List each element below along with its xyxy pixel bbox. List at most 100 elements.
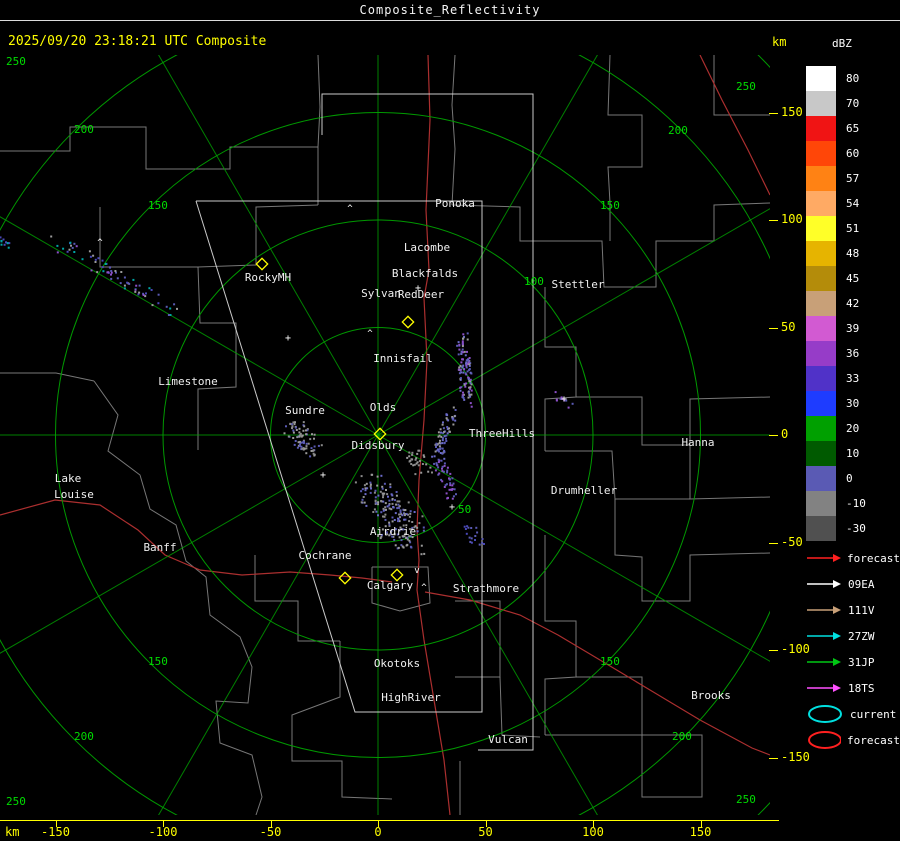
echo-pixel [431,455,434,458]
echo-pixel [296,446,299,449]
city-label: Stettler [552,278,605,291]
echo-pixel [470,389,473,392]
echo-pixel [56,251,59,254]
echo-pixel [96,271,99,274]
echo-pixel [307,442,310,445]
city-label: Didsbury [352,439,405,452]
echo-pixel [451,484,454,487]
echo-pixel [462,351,465,354]
echo-pixel [157,302,160,305]
echo-pixel [459,389,462,392]
y-axis-tick [769,327,778,329]
echo-pixel [462,371,465,374]
echo-pixel [380,511,383,514]
county-boundary-line [545,676,643,736]
echo-pixel [380,474,383,477]
echo-pixel [374,489,377,492]
echo-pixel [384,502,387,505]
echo-pixel [423,552,426,555]
echo-pixel [70,244,72,247]
county-boundary-line [455,600,501,678]
colorbar-level: 60 [806,141,900,166]
echo-pixel [408,451,411,454]
echo-pixel [410,458,413,461]
echo-pixel [394,499,396,502]
legend-label: current [850,707,897,721]
echo-pixel [150,289,153,291]
echo-pixel [446,466,449,469]
echo-pixel [441,467,443,470]
echo-pixel [442,421,444,424]
echo-pixel [455,493,457,496]
echo-pixel [120,271,123,273]
echo-pixel [373,491,376,494]
echo-pixel [385,508,387,511]
echo-pixel [465,362,467,365]
city-label: Brooks [691,689,731,702]
colorbar-value-label: 51 [846,222,860,235]
echo-pixel [412,464,415,467]
echo-pixel [393,538,396,541]
colorbar-swatch [806,116,836,141]
echo-pixel [457,353,460,356]
echo-pixel [398,500,401,503]
echo-pixel [392,506,395,509]
echo-pixel [393,519,396,521]
echo-pixel [365,482,368,485]
echo-pixel [89,255,92,258]
echo-pixel [305,445,308,448]
echo-pixel [446,497,449,500]
echo-pixel [400,539,403,542]
echo-pixel [394,512,397,515]
echo-pixel [371,473,374,476]
echo-pixel [461,348,464,351]
echo-pixel [391,516,394,519]
echo-pixel [445,492,448,495]
echo-pixel [377,494,380,497]
echo-pixel [434,469,437,472]
ring-distance-label: 200 [74,123,94,136]
legend-label: forecast [847,551,900,565]
colorbar-value-label: 20 [846,422,860,435]
echo-pixel [376,484,379,487]
echo-pixel [443,462,446,465]
county-boundary-line [93,380,263,815]
colorbar-level: 0 [806,466,900,491]
echo-pixel [458,348,461,351]
legend-track-row: forecast [806,545,900,571]
y-axis-tick [769,435,778,436]
ring-distance-label: 50 [458,503,471,516]
echo-pixel [69,241,72,244]
echo-pixel [439,428,442,431]
y-axis-tick [769,650,778,651]
colorbar-level: 65 [806,116,900,141]
colorbar-value-label: 39 [846,322,860,335]
echo-pixel [469,540,472,543]
colorbar-swatch [806,91,836,116]
echo-pixel [468,368,471,371]
echo-pixel [437,448,439,451]
y-axis-unit-label: km [772,35,787,49]
echo-pixel [469,371,472,374]
ring-distance-label: 200 [668,124,688,137]
echo-pixel [294,440,297,442]
echo-pixel [421,515,424,518]
ring-distance-label: 250 [6,795,26,808]
echo-pixel [73,251,76,253]
echo-pixel [369,481,372,484]
echo-pixel [94,261,97,263]
colorbar-value-label: 36 [846,347,860,360]
echo-pixel [475,526,478,529]
echo-pixel [468,363,471,366]
legend-track-row: 111V [806,597,900,623]
radar-site-diamond-icon [255,257,269,271]
echo-pixel [401,545,404,548]
city-label: Ponoka [435,197,475,210]
ring-distance-label: 250 [736,793,756,806]
colorbar-level: 10 [806,441,900,466]
echo-pixel [126,281,129,284]
ring-distance-label: 200 [672,730,692,743]
ring-distance-label: 150 [600,655,620,668]
echo-pixel [453,488,456,491]
station-caret-marker: ^ [421,583,427,593]
